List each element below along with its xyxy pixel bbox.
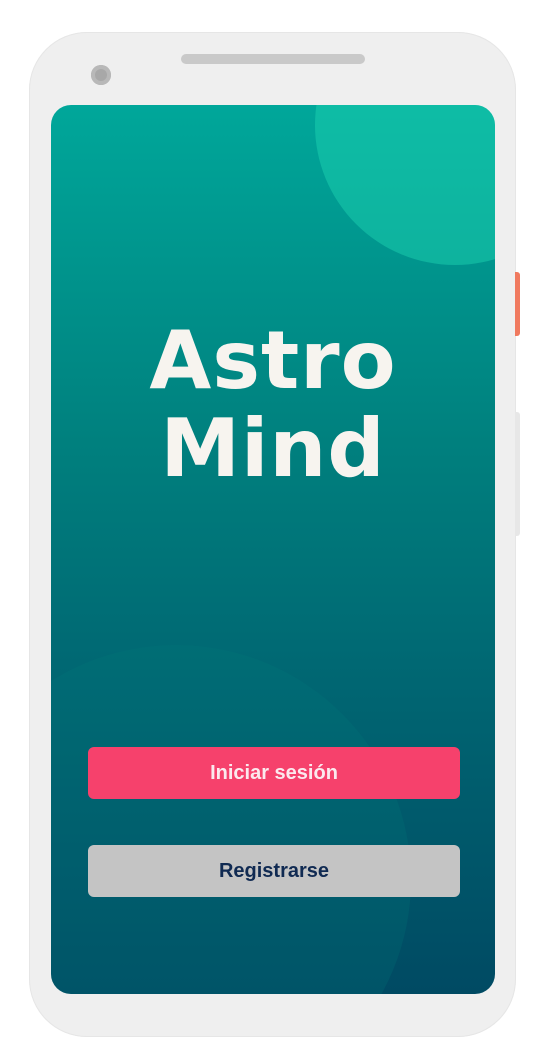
decorative-circle-bottom bbox=[51, 645, 411, 994]
app-logo: Astro Mind bbox=[51, 317, 495, 493]
app-screen: Astro Mind Iniciar sesión Registrarse bbox=[51, 105, 495, 994]
register-button[interactable]: Registrarse bbox=[88, 845, 460, 897]
speaker-grille bbox=[181, 54, 365, 64]
front-camera bbox=[91, 65, 111, 85]
logo-line-2: Mind bbox=[160, 402, 386, 495]
logo-line-1: Astro bbox=[149, 314, 397, 407]
power-button bbox=[515, 272, 520, 336]
volume-button bbox=[515, 412, 520, 536]
decorative-circle-top bbox=[315, 105, 495, 265]
login-button[interactable]: Iniciar sesión bbox=[88, 747, 460, 799]
